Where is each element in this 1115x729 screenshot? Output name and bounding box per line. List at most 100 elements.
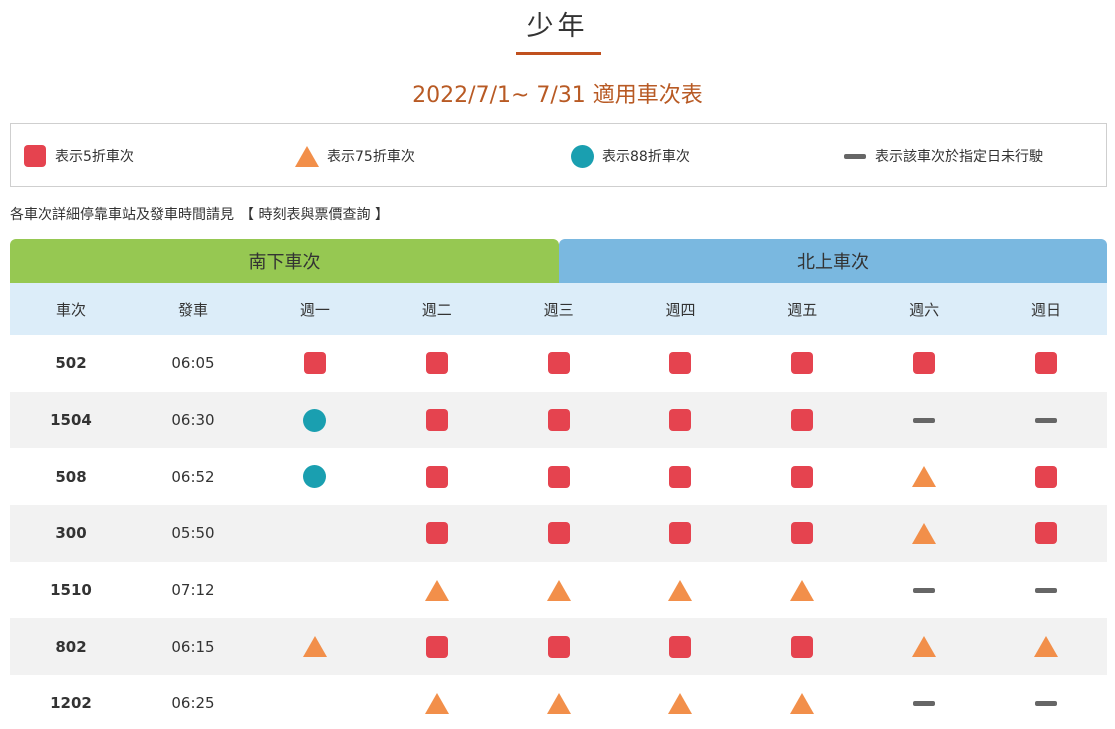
legend-item-dash: 表示該車次於指定日未行駛 — [843, 144, 1043, 168]
column-header: 發車 — [177, 300, 208, 319]
red-square-icon — [547, 635, 570, 658]
day-cell — [376, 448, 498, 505]
timetable-link[interactable]: 【 時刻表與票價查詢 】 — [240, 207, 389, 223]
direction-tabs: 南下車次 北上車次 — [10, 239, 1107, 283]
train-number: 508 — [55, 467, 87, 486]
day-cell — [863, 675, 985, 729]
legend-item-circle: 表示88折車次 — [570, 144, 690, 168]
teal-circle-icon — [303, 408, 327, 432]
orange-triangle-icon — [790, 579, 815, 601]
orange-triangle-icon — [668, 579, 693, 601]
red-square-icon — [791, 635, 814, 658]
day-cell — [620, 618, 742, 675]
gray-dash-icon — [913, 700, 936, 706]
day-cell — [863, 618, 985, 675]
column-header: 週三 — [543, 300, 574, 319]
gray-dash-icon — [1034, 417, 1057, 423]
day-cell — [376, 335, 498, 392]
day-cell — [985, 618, 1107, 675]
day-cell — [254, 392, 376, 449]
day-cell — [498, 448, 620, 505]
train-number: 1510 — [50, 581, 92, 600]
day-cell — [863, 448, 985, 505]
red-square-icon — [303, 352, 326, 375]
page-title: 少年 — [526, 11, 589, 42]
train-number: 1202 — [50, 694, 92, 713]
red-square-icon — [1034, 465, 1057, 488]
day-cell — [620, 505, 742, 562]
legend-box: 表示5折車次 表示75折車次 表示88折車次 表示該車次於指定日未行駛 — [10, 123, 1107, 187]
red-square-icon — [669, 522, 692, 545]
day-cell — [741, 618, 863, 675]
departure-time: 06:05 — [171, 354, 215, 373]
page-subtitle: 2022/7/1~ 7/31 適用車次表 — [412, 83, 703, 108]
departure-time: 06:30 — [171, 411, 215, 430]
tab-northbound[interactable]: 北上車次 — [559, 239, 1107, 283]
gray-dash-icon — [1034, 587, 1057, 593]
day-cell — [498, 505, 620, 562]
day-cell — [254, 335, 376, 392]
orange-triangle-icon — [912, 466, 937, 488]
day-cell — [741, 448, 863, 505]
departure-time: 06:52 — [171, 467, 215, 486]
day-cell — [985, 675, 1107, 729]
table-header: 車次 發車 週一 週二 週三 週四 週五 週六 週日 — [10, 283, 1107, 335]
red-square-icon — [425, 522, 448, 545]
day-cell — [741, 505, 863, 562]
red-square-icon — [547, 352, 570, 375]
day-cell — [376, 618, 498, 675]
gray-dash-icon — [843, 144, 867, 168]
note-text: 各車次詳細停靠車站及發車時間請見 — [10, 207, 234, 223]
teal-circle-icon — [303, 465, 327, 489]
day-cell — [985, 562, 1107, 619]
orange-triangle-icon — [302, 636, 327, 658]
table-row: 502 06:05 — [10, 335, 1107, 392]
orange-triangle-icon — [1033, 636, 1058, 658]
day-cell — [254, 562, 376, 619]
orange-triangle-icon — [424, 692, 449, 714]
legend-label-dash: 表示該車次於指定日未行駛 — [875, 149, 1043, 165]
red-square-icon — [791, 352, 814, 375]
gray-dash-icon — [1034, 700, 1057, 706]
gray-dash-icon — [913, 417, 936, 423]
train-number: 502 — [55, 354, 87, 373]
day-cell — [863, 335, 985, 392]
legend-label-circle: 表示88折車次 — [602, 149, 690, 165]
red-square-icon — [669, 635, 692, 658]
day-cell — [498, 562, 620, 619]
legend-item-square: 表示5折車次 — [23, 144, 134, 168]
red-square-icon — [547, 409, 570, 432]
red-square-icon — [791, 522, 814, 545]
day-cell — [620, 448, 742, 505]
red-square-icon — [425, 409, 448, 432]
day-cell — [741, 392, 863, 449]
table-row: 1202 06:25 — [10, 675, 1107, 729]
title-underline — [516, 52, 601, 55]
red-square-icon — [1034, 522, 1057, 545]
day-cell — [741, 562, 863, 619]
day-cell — [741, 675, 863, 729]
departure-time: 06:15 — [171, 637, 215, 656]
teal-circle-icon — [570, 144, 594, 168]
orange-triangle-icon — [295, 144, 319, 168]
red-square-icon — [425, 352, 448, 375]
train-number: 802 — [55, 637, 87, 656]
column-header: 週日 — [1030, 300, 1061, 319]
day-cell — [498, 618, 620, 675]
tab-southbound[interactable]: 南下車次 — [10, 239, 559, 283]
train-number: 300 — [55, 524, 87, 543]
red-square-icon — [1034, 352, 1057, 375]
red-square-icon — [669, 465, 692, 488]
legend-item-triangle: 表示75折車次 — [295, 144, 415, 168]
legend-label-square: 表示5折車次 — [55, 149, 134, 165]
column-header: 車次 — [55, 300, 86, 319]
day-cell — [376, 562, 498, 619]
orange-triangle-icon — [912, 636, 937, 658]
day-cell — [254, 618, 376, 675]
orange-triangle-icon — [546, 692, 571, 714]
day-cell — [863, 562, 985, 619]
table-row: 1504 06:30 — [10, 391, 1107, 449]
table-body: 502 06:05 1504 06:30 508 06:52 300 05:50 1510 07:… — [10, 335, 1107, 729]
red-square-icon — [425, 465, 448, 488]
legend-label-triangle: 表示75折車次 — [327, 149, 415, 165]
